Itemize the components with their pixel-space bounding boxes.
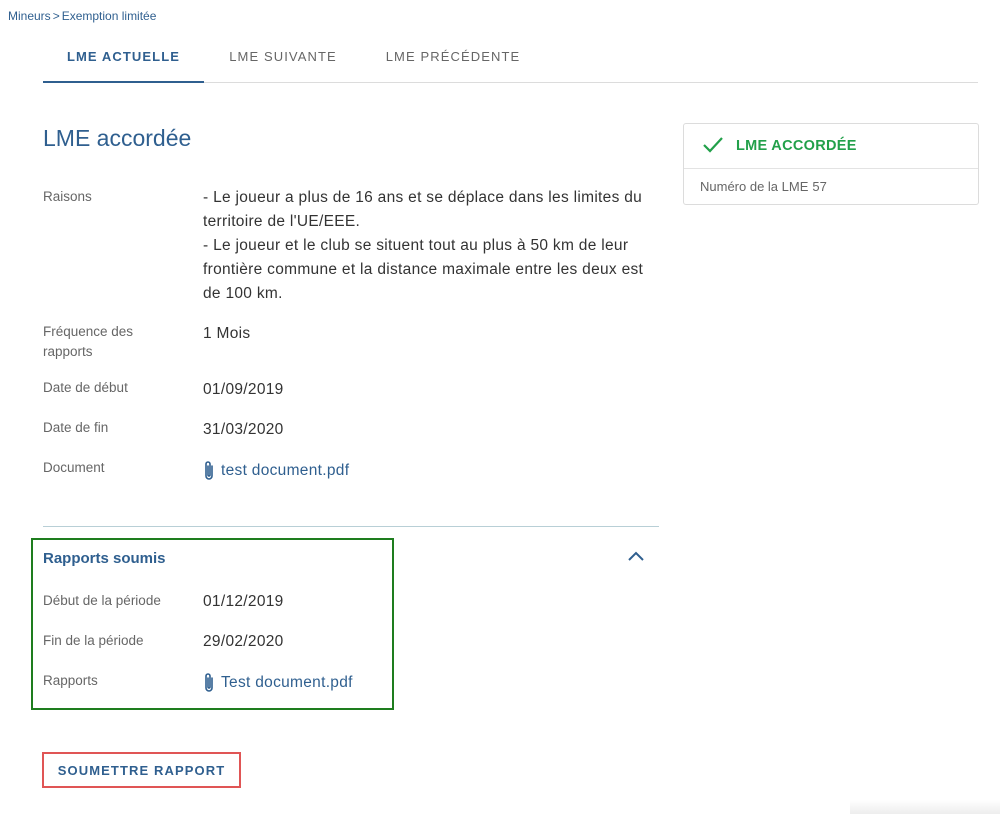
frequency-value: 1 Mois — [203, 325, 251, 342]
page-title: LME accordée — [43, 125, 192, 151]
tab-lme-actuelle[interactable]: LME ACTUELLE — [43, 40, 204, 83]
status-card-header: LME ACCORDÉE — [684, 124, 978, 169]
reports-title[interactable]: Rapports soumis — [43, 550, 166, 567]
frequency-label-line: Fréquence des — [43, 324, 134, 339]
document-link[interactable]: test document.pdf — [203, 459, 349, 483]
tab-lme-precedente[interactable]: LME PRÉCÉDENTE — [373, 40, 533, 81]
reasons-label: Raisons — [43, 189, 92, 204]
document-filename: test document.pdf — [221, 462, 350, 479]
status-card: LME ACCORDÉE Numéro de la LME 57 — [683, 123, 979, 205]
reports-label: Rapports — [43, 673, 98, 688]
end-date-value: 31/03/2020 — [203, 421, 284, 438]
reports-file-value: Test document.pdf — [203, 671, 353, 700]
tab-lme-suivante[interactable]: LME SUIVANTE — [213, 40, 353, 81]
period-end-label: Fin de la période — [43, 633, 144, 648]
frequency-label: Fréquence des rapports — [43, 322, 133, 362]
period-start-label: Début de la période — [43, 593, 161, 608]
reason-line: - Le joueur a plus de 16 ans et se dépla… — [203, 189, 643, 230]
reasons-value: - Le joueur a plus de 16 ans et se dépla… — [203, 186, 663, 306]
breadcrumb-current: Exemption limitée — [61, 9, 157, 23]
submit-report-button[interactable]: SOUMETTRE RAPPORT — [42, 752, 241, 788]
chevron-right-icon: > — [52, 9, 60, 23]
paperclip-icon — [205, 673, 213, 692]
end-date-label: Date de fin — [43, 420, 109, 435]
lme-number-value: 57 — [812, 179, 827, 194]
lme-number: Numéro de la LME 57 — [700, 179, 831, 194]
paperclip-icon — [205, 461, 213, 480]
breadcrumb: Mineurs > Exemption limitée — [8, 9, 156, 23]
check-icon — [703, 137, 723, 153]
reports-filename: Test document.pdf — [221, 674, 353, 691]
bottom-edge-shadow — [850, 800, 1000, 814]
breadcrumb-link-mineurs[interactable]: Mineurs — [8, 9, 51, 23]
period-start-value: 01/12/2019 — [203, 593, 284, 610]
start-date-value: 01/09/2019 — [203, 381, 284, 398]
section-divider — [43, 526, 659, 527]
status-text: LME ACCORDÉE — [736, 138, 857, 154]
document-value: test document.pdf — [203, 459, 349, 488]
chevron-up-icon[interactable] — [626, 547, 646, 565]
document-label: Document — [43, 460, 105, 475]
reason-line: - Le joueur et le club se situent tout a… — [203, 237, 644, 302]
start-date-label: Date de début — [43, 380, 128, 395]
reports-file-link[interactable]: Test document.pdf — [203, 671, 353, 695]
period-end-value: 29/02/2020 — [203, 633, 284, 650]
frequency-label-line: rapports — [43, 344, 93, 359]
lme-number-label: Numéro de la LME — [700, 179, 809, 194]
tab-bar: LME ACTUELLE LME SUIVANTE LME PRÉCÉDENTE — [43, 40, 978, 83]
